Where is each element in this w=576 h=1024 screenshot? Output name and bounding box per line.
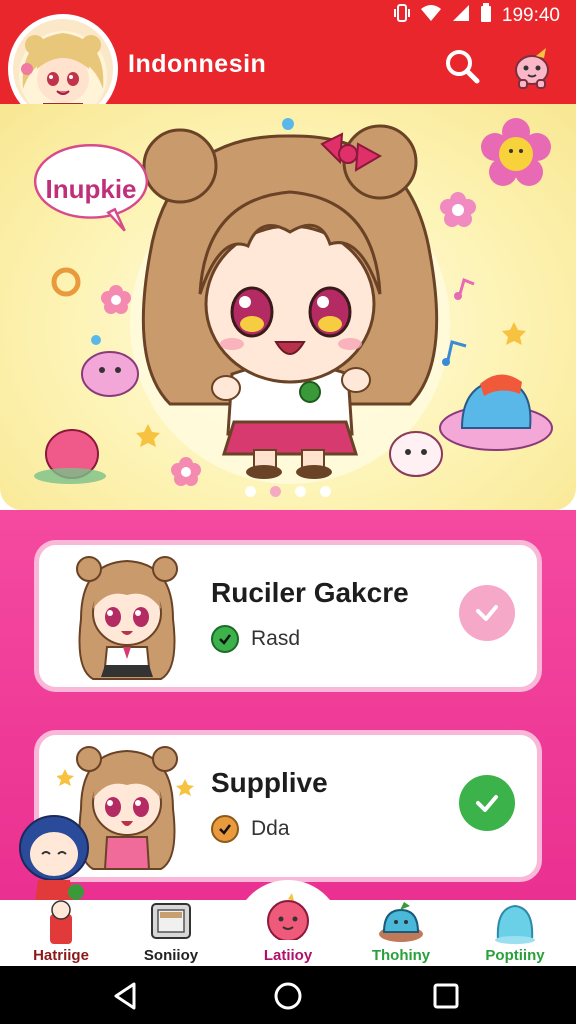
nav-label: Latiioy <box>263 947 313 964</box>
home-icon[interactable] <box>268 976 308 1016</box>
wifi-icon <box>420 4 442 28</box>
carousel-indicator[interactable] <box>0 486 576 497</box>
recents-icon[interactable] <box>426 976 466 1016</box>
card-status-label: Rasd <box>251 627 301 650</box>
carousel-dot[interactable] <box>245 486 256 497</box>
carousel-dot[interactable] <box>295 486 306 497</box>
nav-item-thohiny[interactable]: Thohiny <box>346 900 456 966</box>
profile-button[interactable] <box>506 40 558 92</box>
cake-icon <box>379 902 423 942</box>
nav-item-latiioy[interactable]: Latiioy <box>233 893 343 966</box>
card-title: Ruciler Gakcre <box>211 577 409 608</box>
nav-label: Hatriige <box>33 947 89 964</box>
status-time: 199:40 <box>501 5 560 26</box>
back-icon[interactable] <box>106 976 146 1016</box>
search-button[interactable] <box>440 44 484 88</box>
heart-check-icon <box>476 605 498 621</box>
card-status: Rasd <box>211 625 300 653</box>
character-icon <box>50 900 72 944</box>
list-card[interactable]: Ruciler Gakcre Rasd <box>34 540 542 692</box>
content-list: Ruciler Gakcre Rasd Supplive Dda <box>0 510 576 910</box>
monitor-icon <box>151 903 191 939</box>
card-status: Dda <box>211 815 290 843</box>
card-status-label: Dda <box>251 817 290 840</box>
carousel-dot-active[interactable] <box>270 486 281 497</box>
app-bar: Indonnesin <box>0 14 576 124</box>
favorite-check-button[interactable] <box>459 585 515 641</box>
vibrate-icon <box>393 3 410 29</box>
system-nav-bar <box>0 966 576 1024</box>
card-title: Supplive <box>211 767 328 798</box>
bottom-nav: Hatriige Soniioy Latiioy Thohiny Poptiin… <box>0 893 576 966</box>
floating-character[interactable] <box>12 810 96 910</box>
nav-item-poptiiny[interactable]: Poptiiny <box>460 900 570 966</box>
nav-item-soniioy[interactable]: Soniioy <box>116 900 226 966</box>
nav-item-hatriige[interactable]: Hatriige <box>6 900 116 966</box>
list-card[interactable]: Supplive Dda <box>34 730 542 882</box>
profile-mascot-icon <box>515 48 549 89</box>
search-icon <box>446 50 480 84</box>
speech-bubble-text: Inupkie <box>45 174 137 204</box>
hero-banner[interactable]: Inupkie <box>0 104 576 510</box>
app-title: Indonnesin <box>128 50 267 78</box>
check-icon <box>476 795 498 812</box>
strawberry-icon <box>267 893 309 940</box>
check-circle-icon <box>211 815 239 843</box>
nav-label: Thohiny <box>371 947 431 964</box>
check-circle-icon <box>211 625 239 653</box>
confirm-check-button[interactable] <box>459 775 515 831</box>
carousel-dot[interactable] <box>320 486 331 497</box>
nav-label: Soniioy <box>143 947 199 964</box>
jelly-icon <box>495 904 535 944</box>
battery-icon <box>480 3 492 29</box>
character-thumbnail <box>76 556 178 680</box>
app-screen: 199:40 Indonnesin Inupkie Ruciler Gakcre… <box>0 0 576 1024</box>
nav-label: Poptiiny <box>485 947 545 964</box>
signal-icon <box>452 4 470 28</box>
